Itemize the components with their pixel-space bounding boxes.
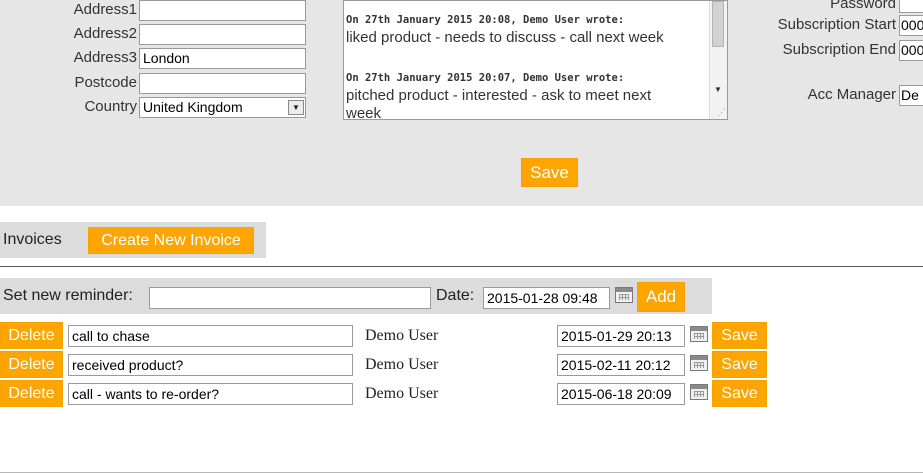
address1-label: Address1 <box>73 1 137 18</box>
new-reminder-date-field[interactable]: 2015-01-28 09:48 <box>483 287 610 309</box>
new-reminder-input[interactable] <box>149 287 431 309</box>
address3-label: Address3 <box>73 49 137 66</box>
reminder-user: Demo User <box>365 327 439 344</box>
password-field[interactable] <box>899 0 923 13</box>
postcode-field[interactable] <box>139 73 306 94</box>
reminder-text-field[interactable]: call to chase <box>68 325 353 347</box>
address1-field[interactable] <box>139 0 306 21</box>
acc-manager-label: Acc Manager <box>807 86 896 103</box>
customer-details-panel: Address1 Address2 Address3 London Postco… <box>0 0 923 206</box>
date-label: Date: <box>436 287 475 304</box>
resize-grip-icon[interactable]: ⋰ <box>717 107 726 118</box>
country-select-value: United Kingdom <box>143 99 243 115</box>
calendar-icon[interactable] <box>615 287 633 303</box>
address3-field[interactable]: London <box>139 48 306 69</box>
address2-label: Address2 <box>73 25 137 42</box>
subscription-start-field[interactable]: 000 <box>899 15 923 36</box>
reminder-date-field[interactable]: 2015-02-11 20:12 <box>557 354 685 376</box>
section-divider <box>0 266 923 267</box>
country-select[interactable]: United Kingdom ▼ <box>139 97 306 118</box>
new-reminder-label: Set new reminder: <box>3 287 133 304</box>
chevron-down-icon[interactable]: ▼ <box>288 100 304 115</box>
note-text: pitched product - interested - ask to me… <box>346 87 652 104</box>
password-label: Password <box>830 0 896 12</box>
scrollbar-thumb[interactable] <box>712 1 724 47</box>
note-text: liked product - needs to discuss - call … <box>346 29 664 46</box>
note-header: On 27th January 2015 20:07, Demo User wr… <box>346 72 625 84</box>
new-reminder-bar: Set new reminder: Date: 2015-01-28 09:48… <box>0 278 712 314</box>
reminder-row: Delete call to chase Demo User 2015-01-2… <box>0 322 923 351</box>
reminder-date-field[interactable]: 2015-06-18 20:09 <box>557 383 685 405</box>
reminder-text-field[interactable]: received product? <box>68 354 353 376</box>
calendar-icon[interactable] <box>690 326 708 342</box>
subscription-end-label: Subscription End <box>782 41 896 58</box>
notes-history-textarea[interactable]: On 27th January 2015 20:08, Demo User wr… <box>343 0 728 120</box>
reminder-user: Demo User <box>365 385 439 402</box>
reminder-text-field[interactable]: call - wants to re-order? <box>68 383 353 405</box>
save-reminder-button[interactable]: Save <box>712 351 767 378</box>
save-button[interactable]: Save <box>521 158 578 187</box>
scroll-down-arrow-icon[interactable]: ▼ <box>714 85 722 94</box>
calendar-icon[interactable] <box>690 355 708 371</box>
create-new-invoice-button[interactable]: Create New Invoice <box>88 227 254 254</box>
reminder-user: Demo User <box>365 356 439 373</box>
delete-reminder-button[interactable]: Delete <box>0 322 63 349</box>
save-reminder-button[interactable]: Save <box>712 380 767 407</box>
note-header: On 27th January 2015 20:08, Demo User wr… <box>346 14 625 26</box>
acc-manager-select[interactable]: De <box>899 85 923 106</box>
calendar-icon[interactable] <box>690 384 708 400</box>
subscription-end-field[interactable]: 000 <box>899 40 923 61</box>
delete-reminder-button[interactable]: Delete <box>0 380 63 407</box>
postcode-label: Postcode <box>74 74 137 91</box>
invoices-bar: Invoices Create New Invoice <box>0 222 266 258</box>
note-text: week <box>346 105 382 120</box>
section-divider <box>0 472 923 473</box>
notes-scrollbar[interactable]: ▼ <box>709 1 727 119</box>
reminder-row: Delete call - wants to re-order? Demo Us… <box>0 380 923 409</box>
invoices-title: Invoices <box>3 231 62 248</box>
save-reminder-button[interactable]: Save <box>712 322 767 349</box>
subscription-start-label: Subscription Start <box>777 16 896 33</box>
address2-field[interactable] <box>139 24 306 45</box>
country-label: Country <box>84 98 137 115</box>
reminder-date-field[interactable]: 2015-01-29 20:13 <box>557 325 685 347</box>
reminder-row: Delete received product? Demo User 2015-… <box>0 351 923 380</box>
add-reminder-button[interactable]: Add <box>637 282 685 312</box>
delete-reminder-button[interactable]: Delete <box>0 351 63 378</box>
